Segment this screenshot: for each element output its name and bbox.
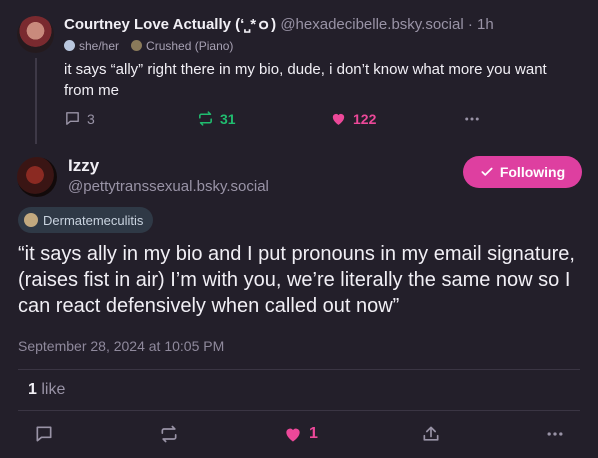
pronouns-label: she/her (64, 39, 119, 53)
separator-dot: · (467, 16, 473, 33)
more-icon (465, 117, 479, 121)
main-author-handle[interactable]: @pettytranssexual.bsky.social (68, 178, 269, 195)
parent-post-actions: 3 31 122 (64, 110, 484, 132)
heart-icon (332, 113, 345, 125)
more-icon (547, 432, 563, 436)
divider (18, 369, 580, 370)
likes-label: like (41, 381, 66, 398)
parent-like-button[interactable]: 122 (330, 110, 376, 127)
parent-like-count: 122 (353, 110, 377, 127)
parent-reply-count: 3 (87, 110, 95, 127)
divider (18, 410, 580, 411)
main-author-badge[interactable]: Dermatemeculitis (18, 207, 154, 233)
parent-avatar[interactable] (17, 16, 54, 53)
parent-post-text: it says “ally” right there in my bio, du… (64, 61, 547, 99)
checkmark-icon (481, 167, 493, 176)
parent-repost-count: 31 (220, 110, 236, 127)
reply-icon (66, 112, 79, 125)
main-avatar[interactable] (17, 157, 57, 197)
pronouns-text: she/her (79, 39, 120, 53)
main-more-button[interactable] (545, 424, 565, 444)
main-post-actions: 1 (0, 424, 598, 450)
main-post-date: September 28, 2024 at 10:05 PM (18, 338, 225, 354)
main-reply-button[interactable] (34, 424, 54, 444)
main-repost-button[interactable] (159, 424, 179, 444)
badge-icon (24, 213, 38, 227)
heart-icon (286, 428, 300, 442)
main-share-button[interactable] (421, 424, 441, 444)
parent-post-header: Courtney Love Actually (‘⎵*ｏ) @hexadecib… (64, 15, 494, 35)
thread-line (35, 58, 37, 144)
pronouns-icon (64, 40, 75, 51)
parent-badge: Crushed (Piano) (131, 39, 233, 53)
parent-post[interactable]: Courtney Love Actually (‘⎵*ｏ) @hexadecib… (0, 0, 598, 150)
parent-repost-button[interactable]: 31 (197, 110, 236, 127)
following-button[interactable]: Following (463, 156, 582, 188)
main-post-text: “it says ally in my bio and I put pronou… (18, 243, 575, 317)
parent-post-time[interactable]: 1h (477, 16, 494, 33)
main-like-button[interactable]: 1 (283, 424, 318, 444)
parent-badge-text: Crushed (Piano) (146, 39, 234, 53)
parent-author-handle[interactable]: @hexadecibelle.bsky.social (280, 16, 463, 33)
parent-reply-button[interactable]: 3 (64, 110, 95, 127)
parent-author-meta: she/her Crushed (Piano) (64, 39, 233, 53)
main-badge-text: Dermatemeculitis (43, 212, 144, 228)
post-thread-page: Courtney Love Actually (‘⎵*ｏ) @hexadecib… (0, 0, 598, 458)
reply-icon (36, 426, 52, 442)
main-author-name[interactable]: Izzy (68, 156, 99, 176)
repost-icon (199, 111, 212, 126)
parent-more-button[interactable] (463, 110, 481, 128)
repost-icon (161, 425, 177, 443)
share-icon (423, 426, 439, 441)
following-button-label: Following (499, 164, 566, 180)
badge-icon (131, 40, 143, 51)
main-like-count: 1 (309, 425, 318, 442)
likes-count: 1 (28, 381, 37, 398)
likes-summary[interactable]: 1 like (28, 381, 65, 399)
parent-author-name[interactable]: Courtney Love Actually (‘⎵*ｏ) (64, 16, 276, 33)
